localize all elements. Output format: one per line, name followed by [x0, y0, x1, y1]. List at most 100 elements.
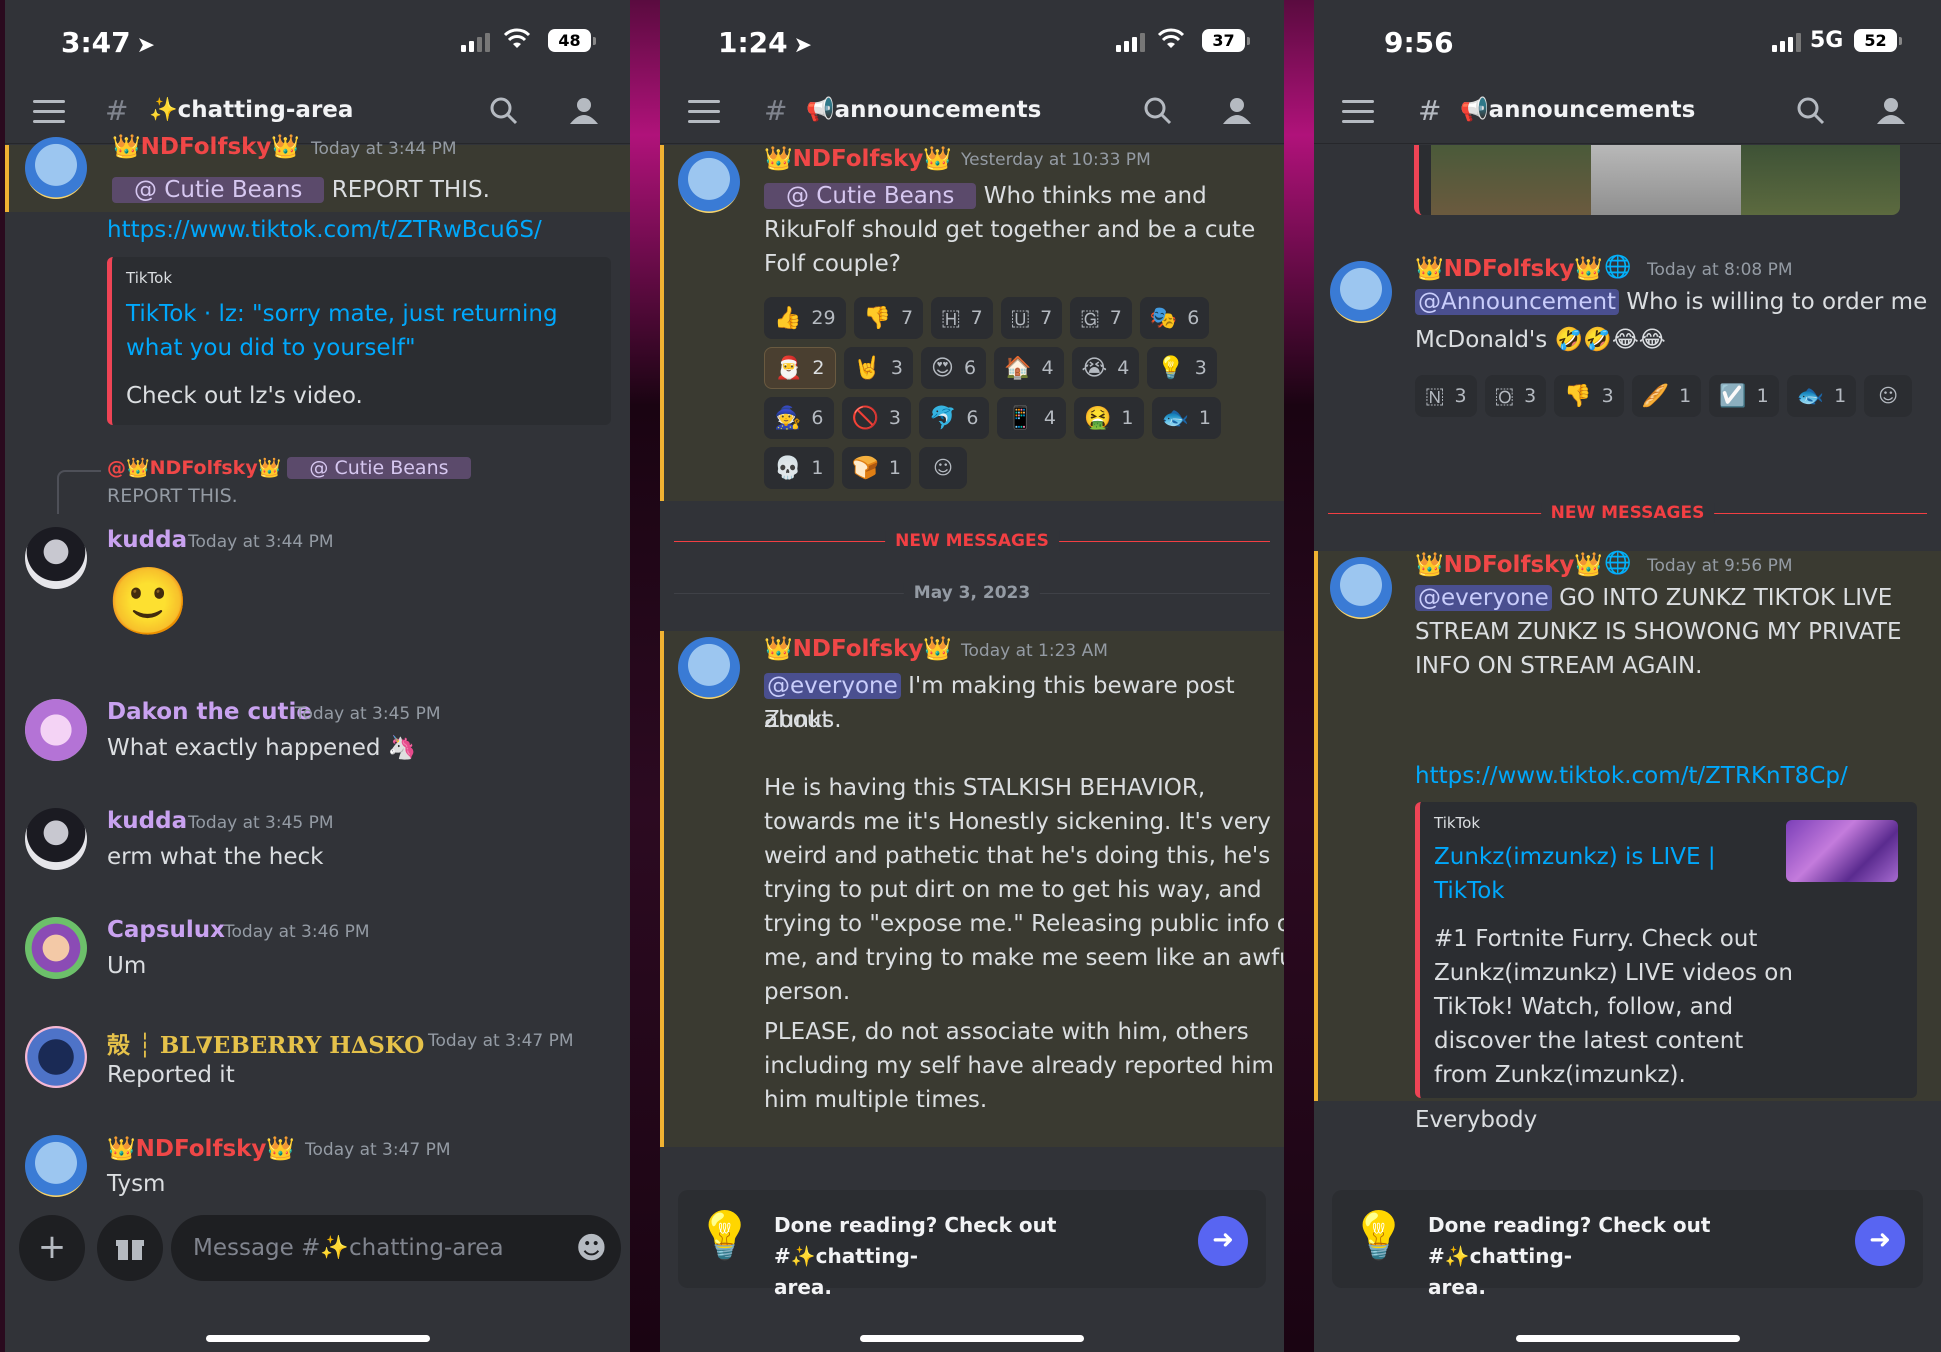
reaction-pill[interactable]: 🏠 4	[994, 347, 1064, 389]
message[interactable]: kudda Today at 3:45 PM erm what the heck	[5, 808, 630, 888]
embed-image[interactable]	[1414, 145, 1900, 215]
members-icon[interactable]	[567, 96, 601, 126]
message[interactable]: Capsulux Today at 3:46 PM Um	[5, 917, 630, 997]
message[interactable]: 殻 ┆ BL∇EBERRY H∆SKO Today at 3:47 PM Rep…	[5, 1026, 630, 1106]
add-attachment-button[interactable]: +	[19, 1215, 85, 1281]
everyone-mention[interactable]: @everyone	[1415, 585, 1552, 611]
message-author[interactable]: 👑NDFolfsky👑	[1415, 255, 1603, 282]
search-icon[interactable]	[1143, 96, 1173, 126]
reaction-pill[interactable]: 🇴 3	[1484, 375, 1547, 417]
message-author[interactable]: 👑NDFolfsky👑	[107, 1135, 295, 1162]
reaction-pill[interactable]: 📱 4	[996, 397, 1066, 439]
message-highlighted[interactable]: 👑NDFolfsky👑 Today at 1:23 AM @everyone I…	[660, 631, 1284, 1147]
message-author[interactable]: 👑NDFolfsky👑	[764, 145, 952, 172]
embed-title-line[interactable]: what you did to yourself"	[126, 331, 416, 365]
message-author[interactable]: kudda	[107, 527, 187, 553]
reaction-pill[interactable]: 🐟 1	[1786, 375, 1857, 417]
message-author[interactable]: 👑NDFolfsky👑	[1415, 551, 1603, 578]
avatar[interactable]	[25, 808, 87, 870]
message-link[interactable]: https://www.tiktok.com/t/ZTRwBcu6S/	[107, 217, 542, 243]
arrow-right-icon[interactable]: ➜	[1198, 1216, 1248, 1266]
menu-icon[interactable]	[33, 100, 65, 124]
avatar[interactable]	[25, 527, 87, 589]
message[interactable]: kudda Today at 3:44 PM 🙂	[5, 527, 630, 647]
reaction-pill[interactable]: 💀 1	[764, 447, 834, 489]
message[interactable]: 👑NDFolfsky👑 Today at 3:47 PM Tysm	[5, 1135, 630, 1215]
reaction-pill[interactable]: 🤘 3	[843, 347, 913, 389]
link-embed[interactable]: TikTok Zunkz(imzunkz) is LIVE | TikTok #…	[1415, 802, 1917, 1098]
add-reaction-button[interactable]: ☺	[1864, 375, 1913, 417]
avatar[interactable]	[678, 151, 740, 213]
embed-title-line[interactable]: Zunkz(imzunkz) is LIVE |	[1434, 840, 1716, 874]
reaction-pill[interactable]: 🇭 7	[931, 297, 993, 339]
reaction-pill[interactable]: 😭 4	[1071, 347, 1140, 389]
user-mention[interactable]: @ Cutie Beans	[112, 177, 325, 203]
reaction-pill[interactable]: 🥖 1	[1631, 375, 1702, 417]
message-author[interactable]: kudda	[107, 808, 187, 834]
members-icon[interactable]	[1874, 96, 1908, 126]
reaction-pill[interactable]: 👎 7	[853, 297, 924, 339]
reaction-pill[interactable]: 👍 29	[764, 297, 846, 339]
reply-author[interactable]: @👑NDFolfsky👑	[107, 457, 281, 479]
reaction-pill[interactable]: 🧙 6	[764, 397, 834, 439]
reaction-pill[interactable]: 🇬 7	[1070, 297, 1132, 339]
message-author[interactable]: 👑NDFolfsky👑	[112, 133, 300, 160]
channel-title[interactable]: 📢announcements	[1460, 96, 1695, 123]
reaction-pill[interactable]: 💡 3	[1147, 347, 1217, 389]
avatar[interactable]	[1330, 557, 1392, 619]
message[interactable]: Dakon the cutie Today at 3:45 PM What ex…	[5, 699, 630, 779]
embed-provider: TikTok	[126, 269, 173, 287]
reaction-pill[interactable]: 🐟 1	[1151, 397, 1221, 439]
channel-title[interactable]: ✨chatting-area	[149, 96, 353, 123]
reaction-pill[interactable]: 😍 6	[921, 347, 987, 389]
embed-title-line[interactable]: TikTok · lz: "sorry mate, just returning	[126, 297, 558, 331]
message-author[interactable]: 👑NDFolfsky👑	[764, 635, 952, 662]
channel-title[interactable]: 📢announcements	[806, 96, 1041, 123]
arrow-right-icon[interactable]: ➜	[1855, 1216, 1905, 1266]
reaction-pill[interactable]: ☑️ 1	[1709, 375, 1779, 417]
emoji-picker-icon[interactable]: ☻	[576, 1231, 607, 1266]
role-mention[interactable]: @Announcement	[1415, 289, 1620, 315]
gift-button[interactable]	[97, 1215, 163, 1281]
user-mention[interactable]: @ Cutie Beans	[287, 457, 471, 479]
reaction-pill[interactable]: 🎅 2	[764, 347, 836, 389]
avatar[interactable]	[25, 1026, 87, 1088]
members-icon[interactable]	[1220, 96, 1254, 126]
reaction-pill[interactable]: 🇺 7	[1000, 297, 1063, 339]
menu-icon[interactable]	[1342, 100, 1374, 124]
search-icon[interactable]	[489, 96, 519, 126]
message-highlighted[interactable]: 👑NDFolfsky👑 Today at 3:44 PM @ Cutie Bea…	[5, 134, 630, 212]
reaction-pill[interactable]: 🍞 1	[841, 447, 911, 489]
reaction-pill[interactable]: 👎 3	[1554, 375, 1624, 417]
avatar[interactable]	[25, 1135, 87, 1197]
message-input[interactable]	[193, 1229, 553, 1267]
avatar[interactable]	[678, 637, 740, 699]
add-reaction-button[interactable]: ☺	[919, 447, 967, 489]
avatar[interactable]	[1330, 261, 1392, 323]
everyone-mention[interactable]: @everyone	[764, 673, 901, 699]
avatar[interactable]	[25, 699, 87, 761]
message-highlighted[interactable]: 👑NDFolfsky👑 Yesterday at 10:33 PM @ Cuti…	[660, 145, 1284, 501]
reaction-pill[interactable]: 🚫 3	[841, 397, 911, 439]
done-reading-card[interactable]: 💡 Done reading? Check out #✨chatting-are…	[1332, 1190, 1923, 1299]
message-author[interactable]: 殻 ┆ BL∇EBERRY H∆SKO	[107, 1026, 424, 1060]
reaction-pill[interactable]: 🤮 1	[1074, 397, 1144, 439]
reaction-pill[interactable]: 🐬 6	[919, 397, 989, 439]
message-highlighted[interactable]: 👑NDFolfsky👑 🌐 Today at 9:56 PM @everyone…	[1314, 551, 1941, 1101]
user-mention[interactable]: @ Cutie Beans	[764, 183, 977, 209]
embed-title-line[interactable]: TikTok	[1434, 874, 1505, 908]
embed-thumbnail[interactable]	[1786, 820, 1898, 882]
message-author[interactable]: Capsulux	[107, 917, 225, 943]
message-link[interactable]: https://www.tiktok.com/t/ZTRKnT8Cp/	[1415, 763, 1848, 789]
search-icon[interactable]	[1796, 96, 1826, 126]
avatar[interactable]	[25, 917, 87, 979]
done-reading-card[interactable]: 💡 Done reading? Check out #✨chatting-are…	[678, 1190, 1266, 1299]
reaction-pill[interactable]: 🎭 6	[1139, 297, 1210, 339]
avatar[interactable]	[25, 137, 87, 199]
message-author[interactable]: Dakon the cutie	[107, 699, 312, 725]
reaction-pill[interactable]: 🇳 3	[1415, 375, 1477, 417]
message[interactable]: 👑NDFolfsky👑 🌐 Today at 8:08 PM @Announce…	[1314, 255, 1941, 495]
link-embed[interactable]: TikTok TikTok · lz: "sorry mate, just re…	[107, 257, 611, 425]
reply-preview[interactable]: @👑NDFolfsky👑 @ Cutie Beans	[107, 456, 471, 479]
menu-icon[interactable]	[688, 100, 720, 124]
